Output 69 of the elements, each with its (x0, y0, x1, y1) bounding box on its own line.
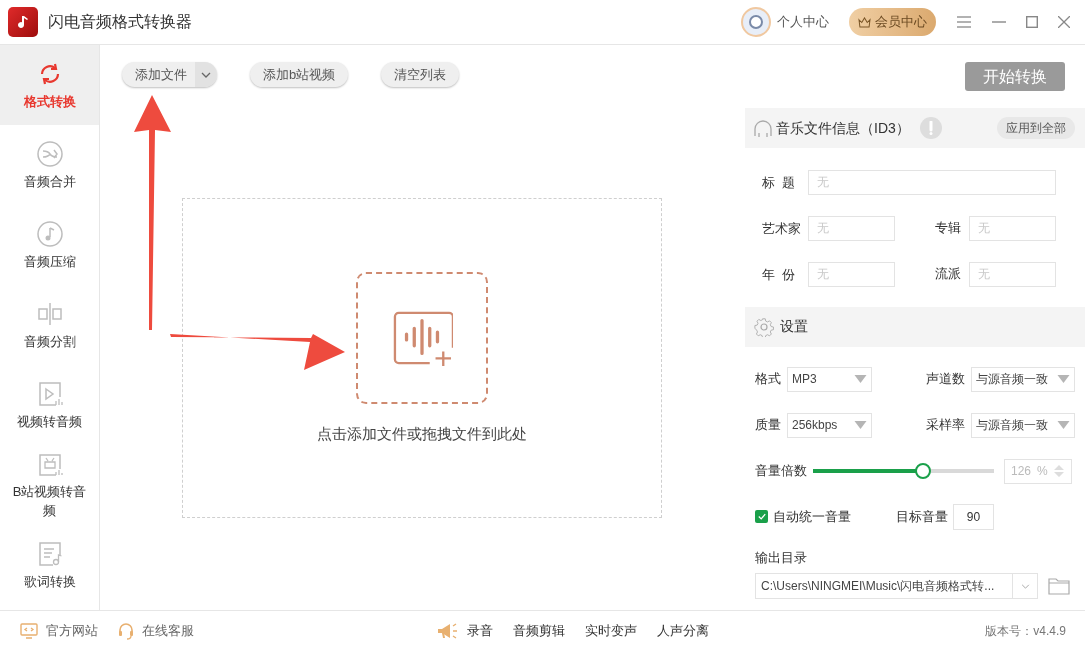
add-bilibili-video-button[interactable]: 添加b站视频 (250, 62, 349, 87)
sidebar-label: 音频分割 (22, 332, 77, 351)
spinner-arrows-icon[interactable] (1053, 465, 1064, 477)
headset-icon (118, 622, 134, 640)
vip-center-button[interactable]: 会员中心 (849, 8, 936, 36)
dropdown[interactable]: MP3 (787, 366, 872, 392)
footer-link[interactable]: 官方网站 (20, 621, 98, 641)
field-label: 流派 (935, 265, 961, 284)
drop-hint: 点击添加文件或拖拽文件到此处 (317, 424, 527, 444)
apply-to-all-button[interactable]: 应用到全部 (997, 117, 1075, 139)
footer-link[interactable]: 在线客服 (118, 621, 194, 641)
setting-label: 采样率 (926, 416, 965, 435)
sidebar-label: B站视频转音频 (11, 483, 88, 520)
id3-title: 音乐文件信息（ID3） (776, 118, 910, 138)
field-label: 标 题 (762, 174, 796, 190)
checkbox-label: 自动统一音量 (773, 507, 851, 526)
dropdown-triangle-icon (854, 421, 867, 429)
megaphone-icon (436, 622, 458, 640)
menu-icon[interactable] (957, 16, 971, 28)
clear-list-button[interactable]: 清空列表 (381, 62, 460, 87)
headphones-icon (753, 118, 773, 138)
setting-label: 质量 (755, 416, 781, 435)
chevron-down-icon[interactable] (195, 62, 217, 87)
settings-title: 设置 (780, 317, 808, 336)
setting-label: 目标音量 (896, 507, 948, 526)
settings-icon (754, 316, 774, 337)
add-audio-tile[interactable] (356, 272, 488, 404)
crown-icon (858, 16, 871, 28)
footer-tool-link[interactable]: 人声分离 (657, 621, 709, 641)
music-note-icon (15, 14, 31, 30)
target-volume-field[interactable]: 90 (953, 503, 994, 530)
dropdown[interactable]: 与源音频一致 (971, 366, 1075, 392)
dropdown-triangle-icon (1057, 375, 1070, 383)
setting-label: 输出目录 (754, 548, 808, 567)
audio-wave-plus-icon (391, 309, 453, 367)
sidebar-label: 音频压缩 (22, 252, 77, 271)
footer-tool-link[interactable]: 录音 (467, 621, 493, 641)
field-label: 年 份 (762, 267, 796, 282)
setting-label: 格式 (755, 370, 781, 389)
merge-icon (35, 139, 64, 168)
output-path-dropdown[interactable]: C:\Users\NINGMEI\Music\闪电音频格式转... (755, 573, 1038, 599)
field-label: 专辑 (935, 219, 961, 238)
footer-tool-link[interactable]: 音频剪辑 (513, 621, 565, 641)
sidebar-label: 音频合并 (22, 172, 77, 191)
sidebar-label: 格式转换 (22, 92, 77, 111)
monitor-code-icon (20, 623, 38, 639)
music-note-icon (35, 219, 64, 248)
auto-volume-checkbox[interactable] (755, 510, 768, 523)
dropdown[interactable]: 256kbps (787, 412, 872, 438)
dropdown-triangle-icon (1057, 421, 1070, 429)
setting-label: 声道数 (926, 370, 965, 389)
dropdown-triangle-icon (854, 375, 867, 383)
info-alert-icon[interactable] (919, 117, 942, 139)
sidebar-label: 视频转音频 (16, 412, 83, 431)
sidebar-item[interactable]: 格式转换 (0, 45, 99, 125)
dropdown[interactable]: 与源音频一致 (971, 412, 1075, 438)
close-icon[interactable] (1058, 16, 1070, 28)
field-label: 艺术家 (762, 221, 801, 236)
slider-thumb[interactable] (915, 463, 932, 479)
window-title: 闪电音频格式转换器 (48, 12, 192, 32)
setting-label: 音量倍数 (755, 462, 807, 481)
sidebar-label: 歌词转换 (22, 572, 77, 591)
maximize-icon[interactable] (1026, 16, 1038, 28)
add-file-button[interactable]: 添加文件 (122, 62, 217, 87)
user-center-link[interactable]: 个人中心 (777, 12, 829, 32)
footer-tool-link[interactable]: 实时变声 (585, 621, 637, 641)
version-label: 版本号：v4.4.9 (985, 623, 1066, 640)
checkmark-icon (757, 513, 766, 520)
folder-icon[interactable] (1048, 577, 1070, 595)
